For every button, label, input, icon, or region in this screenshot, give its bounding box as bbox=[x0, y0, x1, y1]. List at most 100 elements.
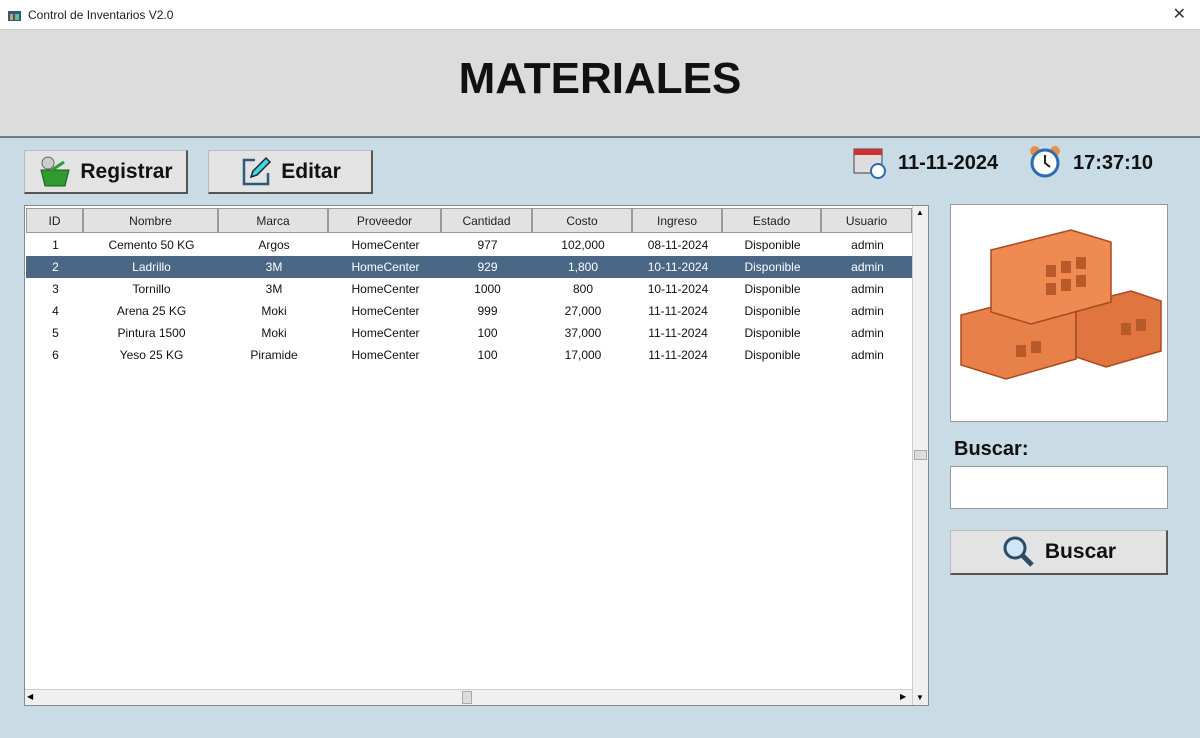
table-cell: 11-11-2024 bbox=[633, 344, 723, 366]
bricks-image bbox=[951, 205, 1167, 421]
table-cell: Argos bbox=[219, 234, 329, 256]
table-cell: 1,800 bbox=[533, 256, 633, 278]
table-cell: Tornillo bbox=[84, 278, 219, 300]
basket-icon bbox=[38, 156, 72, 188]
table-cell: admin bbox=[822, 344, 913, 366]
column-header[interactable]: Usuario bbox=[821, 208, 912, 233]
table-row[interactable]: 5Pintura 1500MokiHomeCenter10037,00011-1… bbox=[26, 322, 912, 344]
table-cell: 3 bbox=[27, 278, 84, 300]
column-header[interactable]: Proveedor bbox=[328, 208, 441, 233]
table-cell: Pintura 1500 bbox=[84, 322, 219, 344]
scroll-right-icon[interactable]: ▶ bbox=[900, 692, 906, 701]
scroll-left-icon[interactable]: ◀ bbox=[27, 692, 33, 701]
title-bar: Control de Inventarios V2.0 ✕ bbox=[0, 0, 1200, 30]
column-header[interactable]: Marca bbox=[218, 208, 328, 233]
column-header[interactable]: Ingreso bbox=[632, 208, 722, 233]
scroll-thumb[interactable] bbox=[914, 450, 927, 460]
materials-table[interactable]: IDNombreMarcaProveedorCantidadCostoIngre… bbox=[24, 205, 929, 706]
table-cell: 977 bbox=[442, 234, 533, 256]
table-cell: Moki bbox=[219, 300, 329, 322]
table-cell: 2 bbox=[27, 256, 84, 278]
table-cell: 800 bbox=[533, 278, 633, 300]
table-cell: 6 bbox=[27, 344, 84, 366]
column-header[interactable]: Estado bbox=[722, 208, 821, 233]
page-title: MATERIALES bbox=[0, 54, 1200, 104]
app-icon bbox=[7, 8, 22, 22]
table-row[interactable]: 6Yeso 25 KGPiramideHomeCenter10017,00011… bbox=[26, 344, 912, 366]
table-cell: Ladrillo bbox=[84, 256, 219, 278]
table-cell: 100 bbox=[442, 322, 533, 344]
table-cell: 08-11-2024 bbox=[633, 234, 723, 256]
table-cell: Disponible bbox=[723, 300, 822, 322]
table-cell: HomeCenter bbox=[329, 234, 442, 256]
table-cell: 27,000 bbox=[533, 300, 633, 322]
table-row[interactable]: 1Cemento 50 KGArgosHomeCenter977102,0000… bbox=[26, 234, 912, 256]
magnifier-icon bbox=[1001, 535, 1037, 569]
table-cell: HomeCenter bbox=[329, 256, 442, 278]
vertical-scrollbar[interactable]: ▲ ▼ bbox=[912, 206, 928, 705]
search-input[interactable] bbox=[950, 466, 1168, 509]
close-button[interactable]: ✕ bbox=[1173, 4, 1186, 24]
table-cell: Arena 25 KG bbox=[84, 300, 219, 322]
table-cell: admin bbox=[822, 256, 913, 278]
table-cell: 10-11-2024 bbox=[633, 256, 723, 278]
table-cell: 1 bbox=[27, 234, 84, 256]
table-cell: 3M bbox=[219, 256, 329, 278]
column-header[interactable]: Nombre bbox=[83, 208, 218, 233]
header: MATERIALES bbox=[0, 30, 1200, 138]
edit-button[interactable]: Editar bbox=[208, 150, 373, 194]
material-image bbox=[950, 204, 1168, 422]
horizontal-scrollbar[interactable]: ◀ ▶ bbox=[25, 689, 912, 705]
table-cell: 10-11-2024 bbox=[633, 278, 723, 300]
table-row[interactable]: 2Ladrillo3MHomeCenter9291,80010-11-2024D… bbox=[26, 256, 912, 278]
edit-label: Editar bbox=[281, 160, 341, 184]
table-cell: 102,000 bbox=[533, 234, 633, 256]
table-cell: admin bbox=[822, 234, 913, 256]
table-cell: 3M bbox=[219, 278, 329, 300]
search-button-label: Buscar bbox=[1045, 540, 1116, 564]
hscroll-thumb[interactable] bbox=[462, 691, 472, 704]
table-cell: 11-11-2024 bbox=[633, 300, 723, 322]
table-cell: HomeCenter bbox=[329, 322, 442, 344]
table-cell: HomeCenter bbox=[329, 278, 442, 300]
table-cell: admin bbox=[822, 278, 913, 300]
table-cell: 1000 bbox=[442, 278, 533, 300]
table-cell: 4 bbox=[27, 300, 84, 322]
table-cell: Disponible bbox=[723, 344, 822, 366]
column-header[interactable]: Cantidad bbox=[441, 208, 532, 233]
table-cell: Disponible bbox=[723, 322, 822, 344]
current-date: 11-11-2024 bbox=[898, 152, 998, 175]
table-cell: HomeCenter bbox=[329, 300, 442, 322]
scroll-up-icon[interactable]: ▲ bbox=[916, 208, 924, 217]
table-row[interactable]: 3Tornillo3MHomeCenter100080010-11-2024Di… bbox=[26, 278, 912, 300]
table-cell: Cemento 50 KG bbox=[84, 234, 219, 256]
scroll-down-icon[interactable]: ▼ bbox=[916, 693, 924, 702]
table-cell: Disponible bbox=[723, 234, 822, 256]
table-cell: 100 bbox=[442, 344, 533, 366]
table-cell: 929 bbox=[442, 256, 533, 278]
calendar-icon bbox=[853, 145, 887, 179]
search-button[interactable]: Buscar bbox=[950, 530, 1168, 575]
column-header[interactable]: Costo bbox=[532, 208, 632, 233]
table-cell: Moki bbox=[219, 322, 329, 344]
table-cell: 11-11-2024 bbox=[633, 322, 723, 344]
table-cell: Disponible bbox=[723, 278, 822, 300]
table-cell: HomeCenter bbox=[329, 344, 442, 366]
table-cell: 37,000 bbox=[533, 322, 633, 344]
table-cell: Piramide bbox=[219, 344, 329, 366]
edit-icon bbox=[239, 155, 273, 189]
column-header[interactable]: ID bbox=[26, 208, 83, 233]
table-cell: admin bbox=[822, 300, 913, 322]
table-cell: admin bbox=[822, 322, 913, 344]
table-cell: 17,000 bbox=[533, 344, 633, 366]
search-label: Buscar: bbox=[954, 438, 1028, 461]
table-cell: Disponible bbox=[723, 256, 822, 278]
register-label: Registrar bbox=[80, 160, 172, 184]
alarm-clock-icon bbox=[1028, 144, 1062, 180]
current-time: 17:37:10 bbox=[1073, 152, 1153, 175]
register-button[interactable]: Registrar bbox=[24, 150, 188, 194]
table-cell: 999 bbox=[442, 300, 533, 322]
table-row[interactable]: 4Arena 25 KGMokiHomeCenter99927,00011-11… bbox=[26, 300, 912, 322]
table-cell: Yeso 25 KG bbox=[84, 344, 219, 366]
table-cell: 5 bbox=[27, 322, 84, 344]
